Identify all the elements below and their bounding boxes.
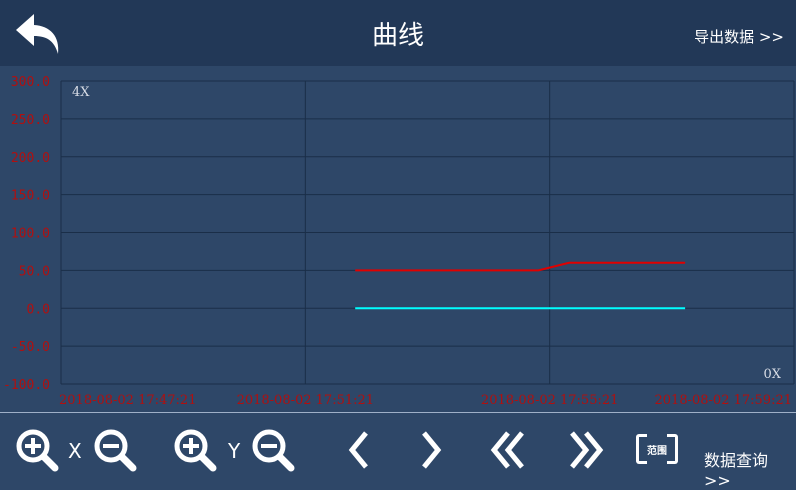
back-arrow-icon[interactable] bbox=[14, 10, 62, 58]
y-tick-label: 150.0 bbox=[11, 189, 50, 204]
page-title: 曲线 bbox=[371, 21, 424, 51]
x-tick-label: 2018-08-02 17:47:21 bbox=[59, 393, 196, 408]
data-query-button[interactable]: 数据查询 >> bbox=[704, 447, 796, 490]
y-axis-label: Y bbox=[228, 439, 241, 463]
chevron-right-icon[interactable] bbox=[416, 429, 446, 471]
y-zoom-label: 4X bbox=[72, 85, 90, 100]
x-tick-label: 2018-08-02 17:55:21 bbox=[481, 393, 618, 408]
x-zoom-out-icon[interactable] bbox=[92, 427, 138, 473]
y-tick-label: 200.0 bbox=[11, 151, 50, 166]
y-tick-label: 50.0 bbox=[19, 264, 50, 279]
header-bar: 曲线 导出数据 >> bbox=[0, 0, 796, 66]
trend-chart[interactable]: 300.0 250.0 200.0 150.0 100.0 50.0 0.0 -50.0 -10… bbox=[0, 66, 796, 411]
series-line-1 bbox=[355, 261, 686, 272]
x-zoom-label: 0X bbox=[763, 367, 781, 382]
x-tick-label: 2018-08-02 17:59:21 bbox=[655, 393, 792, 408]
toolbar: X Y 范围 数据查询 >> bbox=[0, 412, 796, 490]
y-tick-label: 100.0 bbox=[11, 227, 50, 242]
y-tick-label: -100.0 bbox=[3, 378, 50, 393]
y-zoom-out-icon[interactable] bbox=[250, 427, 296, 473]
double-chevron-right-icon[interactable] bbox=[566, 429, 608, 471]
double-chevron-left-icon[interactable] bbox=[486, 429, 528, 471]
x-tick-label: 2018-08-02 17:51:21 bbox=[237, 393, 374, 408]
range-button[interactable]: 范围 bbox=[636, 434, 678, 464]
range-button-label: 范围 bbox=[647, 446, 667, 457]
x-zoom-in-icon[interactable] bbox=[14, 427, 60, 473]
y-tick-label: 250.0 bbox=[11, 113, 50, 128]
y-tick-label: 300.0 bbox=[11, 75, 50, 90]
y-tick-label: -50.0 bbox=[11, 340, 50, 355]
chart-area: 300.0 250.0 200.0 150.0 100.0 50.0 0.0 -50.0 -10… bbox=[0, 66, 796, 411]
y-tick-label: 0.0 bbox=[27, 302, 50, 317]
chevron-left-icon[interactable] bbox=[344, 429, 374, 471]
y-zoom-in-icon[interactable] bbox=[172, 427, 218, 473]
x-axis-label: X bbox=[68, 439, 82, 463]
export-data-button[interactable]: 导出数据 >> bbox=[694, 26, 784, 47]
